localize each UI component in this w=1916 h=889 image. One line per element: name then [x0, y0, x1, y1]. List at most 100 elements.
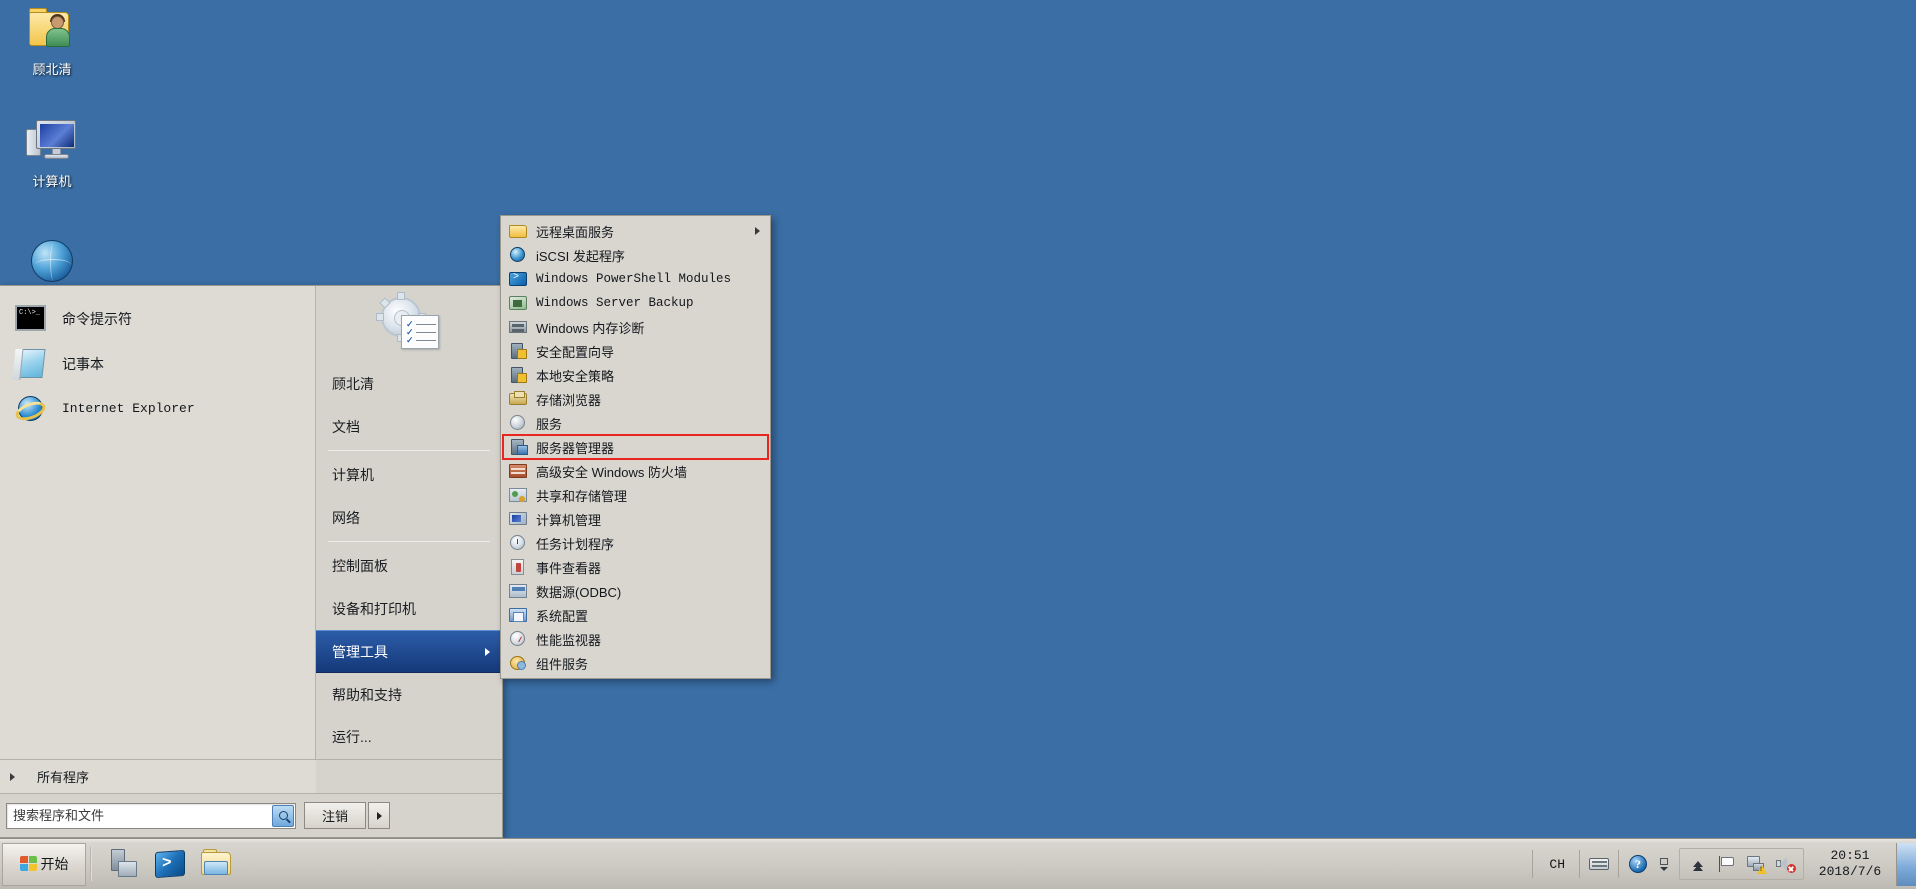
- clock-date: 2018/7/6: [1818, 864, 1882, 879]
- submenu-item-services[interactable]: 服务: [503, 411, 768, 435]
- submenu-item-share-and-storage-management[interactable]: 共享和存储管理: [503, 483, 768, 507]
- tray-divider: [1532, 850, 1534, 878]
- ime-language-indicator[interactable]: CH: [1541, 851, 1573, 877]
- submenu-item-label: iSCSI 发起程序: [536, 248, 625, 264]
- submenu-item-label: 任务计划程序: [536, 536, 615, 552]
- start-menu-bottom-bar: 注销: [0, 793, 502, 837]
- start-menu-item-help-support[interactable]: 帮助和支持: [316, 673, 502, 716]
- submenu-item-system-configuration[interactable]: 系统配置: [503, 603, 768, 627]
- pinned-item-label: 记事本: [62, 355, 104, 372]
- submenu-item-component-services[interactable]: 组件服务: [503, 651, 768, 675]
- start-menu-item-user[interactable]: 顾北清: [316, 362, 502, 405]
- submenu-item-label: 系统配置: [536, 608, 589, 624]
- internet-explorer-icon: [4, 240, 100, 290]
- desktop-icon-computer[interactable]: 计算机: [4, 120, 100, 189]
- submenu-item-label: 服务器管理器: [536, 440, 615, 456]
- submenu-item-event-viewer[interactable]: 事件查看器: [503, 555, 768, 579]
- search-input[interactable]: [7, 804, 262, 827]
- speaker-muted-icon[interactable]: [1775, 854, 1796, 874]
- keyboard-icon[interactable]: [1586, 852, 1612, 876]
- start-menu-item-label: 帮助和支持: [332, 686, 402, 703]
- start-menu-item-run[interactable]: 运行...: [316, 716, 502, 759]
- start-menu-item-command-prompt[interactable]: C:\>_ 命令提示符: [10, 296, 309, 341]
- notification-area: [1679, 848, 1804, 880]
- start-menu-item-label: 管理工具: [332, 643, 388, 660]
- submenu-item-memory-diagnostic[interactable]: Windows 内存诊断: [503, 315, 768, 339]
- flag-icon[interactable]: [1717, 854, 1737, 874]
- logoff-group: 注销: [304, 802, 390, 829]
- submenu-item-server-manager[interactable]: 服务器管理器: [502, 434, 769, 460]
- search-box[interactable]: [6, 802, 296, 829]
- clock[interactable]: 20:51 2018/7/6: [1804, 848, 1896, 880]
- event-viewer-icon: [509, 558, 527, 576]
- desktop-icon-user-folder[interactable]: 顾北清: [4, 8, 100, 77]
- user-folder-icon: [4, 8, 100, 58]
- show-desktop-button[interactable]: [1896, 842, 1916, 886]
- submenu-item-remote-desktop-services[interactable]: 远程桌面服务: [503, 219, 768, 243]
- server-manager-icon: [509, 438, 528, 456]
- globe-icon: [509, 246, 527, 264]
- start-menu-item-devices-printers[interactable]: 设备和打印机: [316, 587, 502, 630]
- submenu-item-odbc-data-sources[interactable]: 数据源(ODBC): [503, 579, 768, 603]
- start-menu-item-label: 控制面板: [332, 557, 388, 574]
- logoff-options-button[interactable]: [368, 802, 390, 829]
- server-manager-taskbar-icon[interactable]: [108, 848, 140, 880]
- share-storage-icon: [509, 486, 527, 504]
- backup-icon: [509, 294, 527, 312]
- chevron-up-icon[interactable]: [1688, 854, 1708, 874]
- logoff-button[interactable]: 注销: [304, 802, 366, 829]
- powershell-taskbar-icon[interactable]: [154, 848, 186, 880]
- submenu-item-label: Windows PowerShell Modules: [536, 272, 732, 286]
- start-menu-item-documents[interactable]: 文档: [316, 405, 502, 448]
- submenu-item-security-configuration-wizard[interactable]: 安全配置向导: [503, 339, 768, 363]
- submenu-item-server-backup[interactable]: Windows Server Backup: [503, 291, 768, 315]
- performance-monitor-icon: [509, 630, 527, 648]
- submenu-item-powershell-modules[interactable]: Windows PowerShell Modules: [503, 267, 768, 291]
- component-services-icon: [509, 654, 527, 672]
- services-icon: [509, 414, 527, 432]
- submenu-item-local-security-policy[interactable]: 本地安全策略: [503, 363, 768, 387]
- submenu-item-storage-explorer[interactable]: 存储浏览器: [503, 387, 768, 411]
- submenu-item-iscsi-initiator[interactable]: iSCSI 发起程序: [503, 243, 768, 267]
- submenu-item-windows-firewall-advanced[interactable]: 高级安全 Windows 防火墙: [503, 459, 768, 483]
- start-menu-item-administrative-tools[interactable]: 管理工具: [316, 630, 502, 674]
- storage-explorer-icon: [509, 390, 527, 408]
- submenu-item-label: 计算机管理: [536, 512, 602, 528]
- start-menu-item-internet-explorer[interactable]: Internet Explorer: [10, 386, 309, 431]
- start-button[interactable]: 开始: [2, 842, 86, 886]
- start-menu-item-computer[interactable]: 计算机: [316, 453, 502, 496]
- taskbar-divider: [90, 847, 92, 881]
- menu-separator: [328, 541, 490, 543]
- start-menu[interactable]: C:\>_ 命令提示符 记事本 Internet Explorer ✓ ✓ ✓ …: [0, 285, 503, 838]
- ime-options-icon[interactable]: [1651, 852, 1677, 876]
- desktop-icon-label: 计算机: [32, 174, 72, 189]
- submenu-item-task-scheduler[interactable]: 任务计划程序: [503, 531, 768, 555]
- search-button[interactable]: [272, 804, 294, 827]
- start-menu-item-network[interactable]: 网络: [316, 496, 502, 539]
- system-config-icon: [509, 606, 527, 624]
- start-menu-item-control-panel[interactable]: 控制面板: [316, 544, 502, 587]
- submenu-item-computer-management[interactable]: 计算机管理: [503, 507, 768, 531]
- quick-launch-bar: [96, 848, 232, 880]
- network-warning-icon[interactable]: [1746, 854, 1767, 874]
- all-programs-button[interactable]: 所有程序: [0, 759, 316, 793]
- submenu-item-label: 组件服务: [536, 656, 589, 672]
- start-menu-body: C:\>_ 命令提示符 记事本 Internet Explorer ✓ ✓ ✓ …: [0, 286, 502, 759]
- submenu-item-label: 数据源(ODBC): [536, 584, 622, 600]
- explorer-taskbar-icon[interactable]: [200, 848, 232, 880]
- submenu-item-label: 存储浏览器: [536, 392, 602, 408]
- desktop-icon-label: 顾北清: [32, 62, 72, 77]
- start-button-label: 开始: [40, 856, 69, 872]
- memory-diagnostic-icon: [509, 318, 527, 336]
- start-menu-item-notepad[interactable]: 记事本: [10, 341, 309, 386]
- submenu-item-label: 共享和存储管理: [536, 488, 628, 504]
- submenu-item-performance-monitor[interactable]: 性能监视器: [503, 627, 768, 651]
- task-scheduler-icon: [509, 534, 527, 552]
- submenu-item-label: Windows 内存诊断: [536, 320, 645, 336]
- administrative-tools-submenu[interactable]: 远程桌面服务 iSCSI 发起程序 Windows PowerShell Mod…: [500, 215, 771, 679]
- start-menu-item-label: 设备和打印机: [332, 600, 416, 617]
- user-picture[interactable]: ✓ ✓ ✓: [316, 286, 502, 362]
- search-icon: [278, 811, 288, 820]
- administrative-tools-icon: ✓ ✓ ✓: [376, 292, 441, 353]
- help-icon[interactable]: ?: [1625, 852, 1651, 876]
